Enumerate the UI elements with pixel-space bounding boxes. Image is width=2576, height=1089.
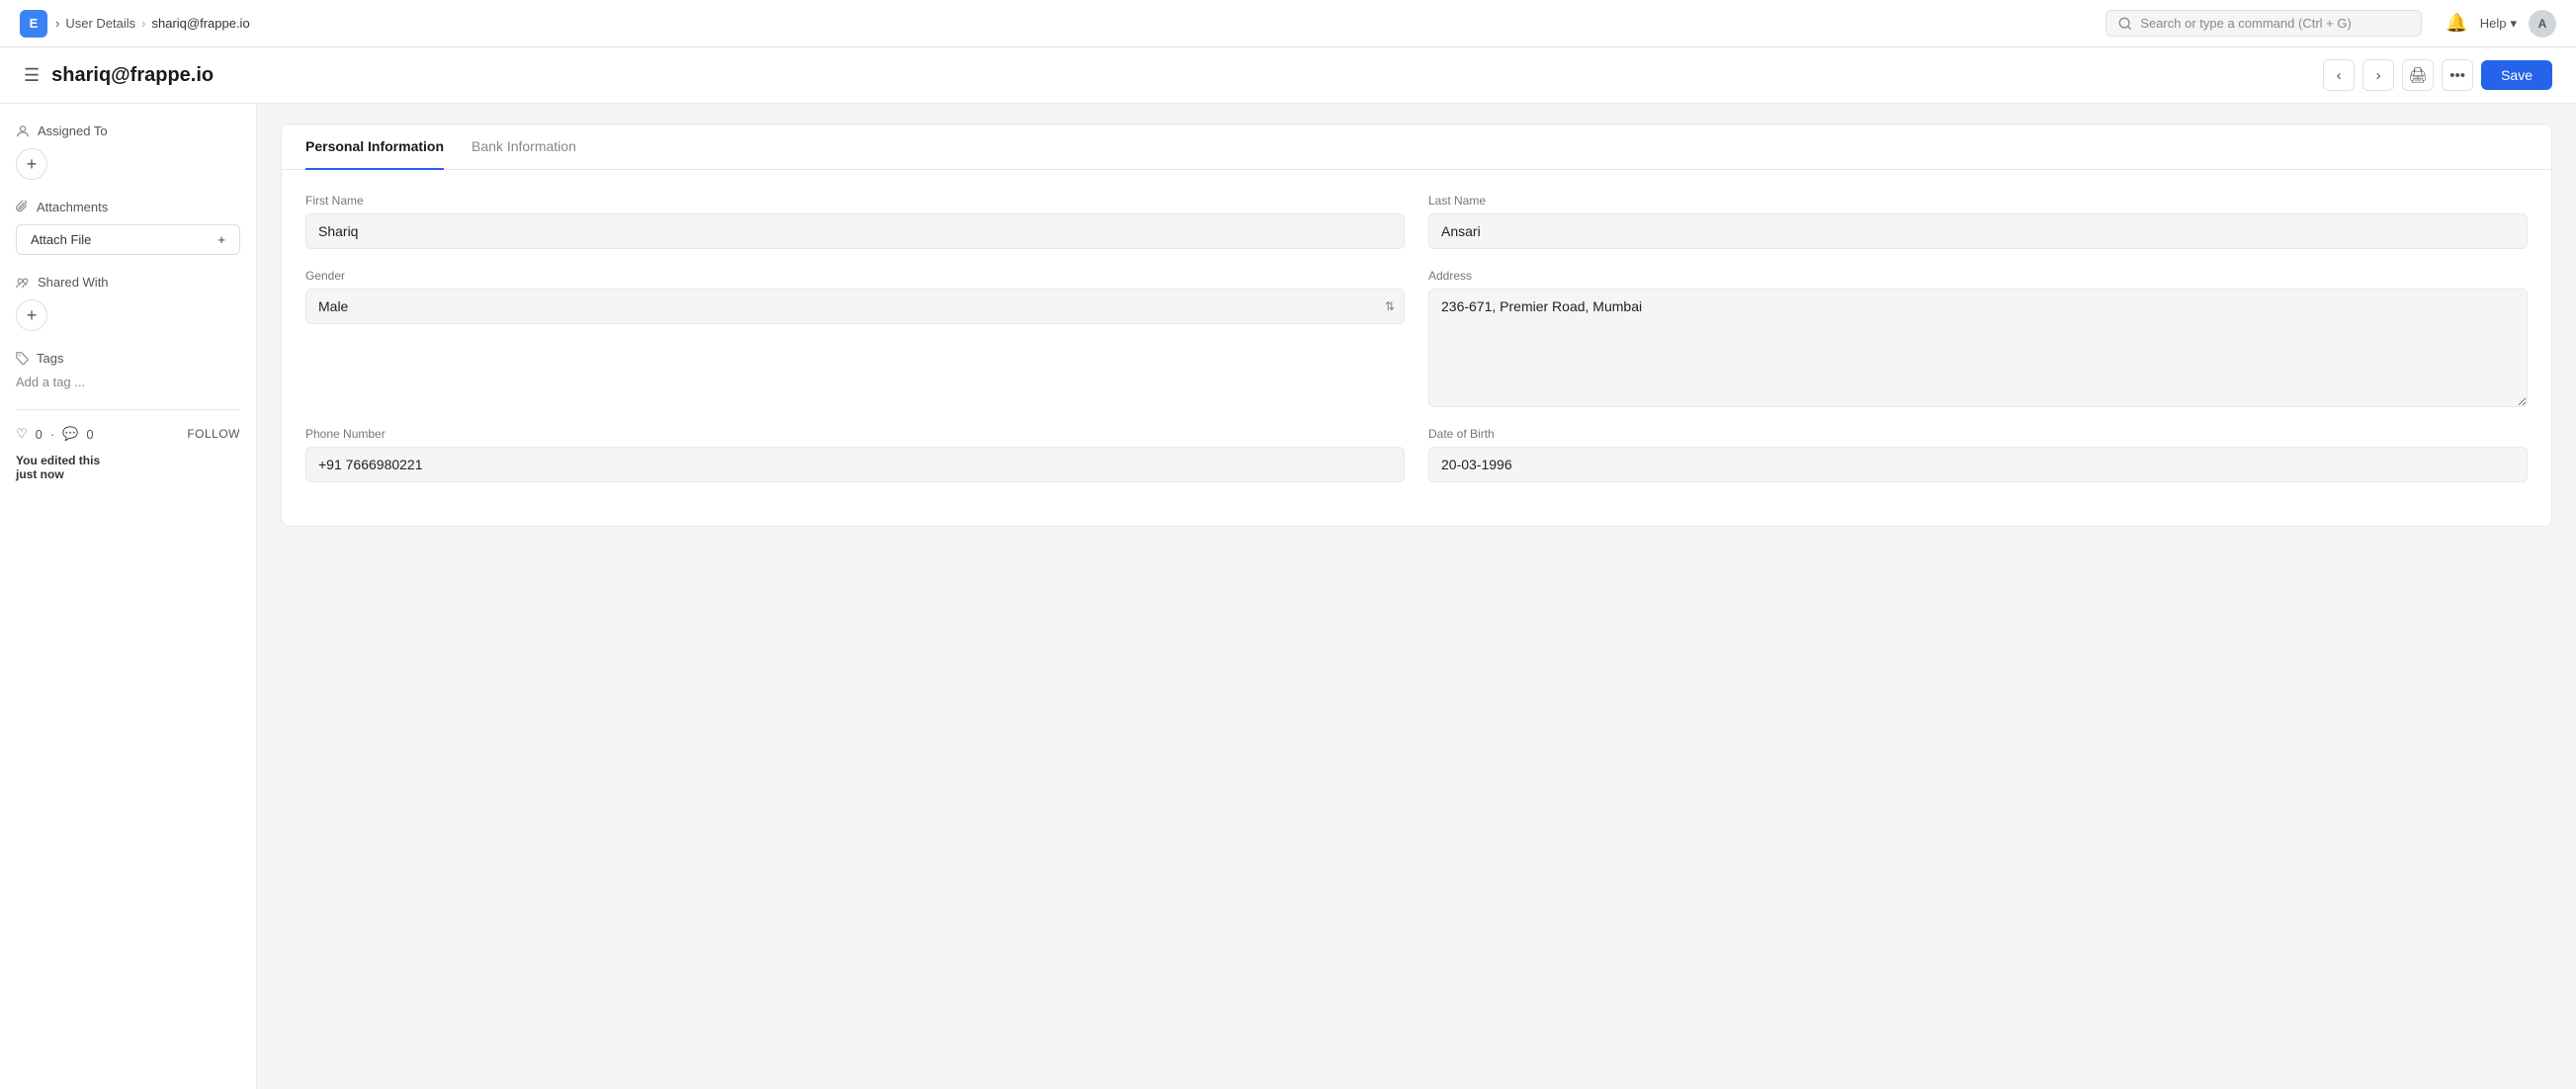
attach-file-plus-icon: + [217,232,225,247]
page-header: ☰ shariq@frappe.io ‹ › 🖨 ••• Save [0,47,2576,104]
gender-select-wrapper: Male Female Other ⇅ [305,289,1405,324]
dob-input[interactable] [1428,447,2528,482]
tab-bank-information[interactable]: Bank Information [472,125,576,170]
prev-button[interactable]: ‹ [2323,59,2355,91]
form-card: Personal Information Bank Information Fi… [281,124,2552,527]
follow-button[interactable]: FOLLOW [187,427,240,441]
sidebar: Assigned To + Attachments Attach File + [0,104,257,1089]
breadcrumb-sep-2: › [141,16,145,31]
breadcrumb-sep-1: › [55,16,59,31]
form-row-phone-dob: Phone Number Date of Birth [305,427,2528,482]
print-button[interactable]: 🖨 [2402,59,2434,91]
phone-label: Phone Number [305,427,1405,441]
dob-field: Date of Birth [1428,427,2528,482]
shared-with-section: Shared With + [16,275,240,331]
you-edited-text: You edited this just now [16,454,240,481]
page-header-right: ‹ › 🖨 ••• Save [2323,59,2552,91]
attachments-section: Attachments Attach File + [16,200,240,255]
add-assigned-to-button[interactable]: + [16,148,47,180]
last-name-label: Last Name [1428,194,2528,208]
comment-icon: 💬 [62,426,78,442]
tab-personal-information[interactable]: Personal Information [305,125,444,170]
dot-sep: · [50,427,54,442]
next-button[interactable]: › [2362,59,2394,91]
save-button[interactable]: Save [2481,60,2552,90]
shared-with-label: Shared With [16,275,240,290]
add-shared-with-button[interactable]: + [16,299,47,331]
shared-icon [16,276,30,290]
activity-row: ♡ 0 · 💬 0 FOLLOW [16,426,240,442]
address-field: Address 236-671, Premier Road, Mumbai [1428,269,2528,407]
help-label: Help [2480,16,2507,31]
phone-input[interactable] [305,447,1405,482]
last-name-input[interactable] [1428,213,2528,249]
heart-icon: ♡ [16,426,28,442]
person-icon [16,125,30,138]
help-chevron-icon: ▾ [2510,16,2517,32]
last-name-field: Last Name [1428,194,2528,249]
attach-file-button[interactable]: Attach File + [16,224,240,255]
breadcrumb-current: shariq@frappe.io [151,16,249,31]
gender-select[interactable]: Male Female Other [305,289,1405,324]
gender-label: Gender [305,269,1405,283]
search-icon [2118,17,2132,31]
comments-count: 0 [86,427,93,442]
shared-with-text: Shared With [38,275,109,290]
likes-count: 0 [36,427,43,442]
hamburger-icon[interactable]: ☰ [24,65,40,86]
attachments-text: Attachments [37,200,108,214]
assigned-to-label: Assigned To [16,124,240,138]
assigned-to-section: Assigned To + [16,124,240,180]
form-row-gender-address: Gender Male Female Other ⇅ [305,269,2528,407]
breadcrumb-parent[interactable]: User Details [65,16,135,31]
notifications-bell[interactable]: 🔔 [2446,13,2467,34]
attach-file-label: Attach File [31,232,91,247]
tag-icon [16,352,29,365]
topnav: E › User Details › shariq@frappe.io Sear… [0,0,2576,47]
app-logo: E [20,10,47,38]
tags-section: Tags Add a tag ... [16,351,240,389]
form-row-name: First Name Last Name [305,194,2528,249]
tabs: Personal Information Bank Information [282,125,2551,170]
app-body: ☰ shariq@frappe.io ‹ › 🖨 ••• Save Assign… [0,47,2576,1089]
address-label: Address [1428,269,2528,283]
attachments-label: Attachments [16,200,240,214]
just-now-text: just now [16,467,64,481]
paperclip-icon [16,201,29,213]
add-tag-link[interactable]: Add a tag ... [16,375,85,389]
user-avatar[interactable]: A [2529,10,2556,38]
search-placeholder: Search or type a command (Ctrl + G) [2140,16,2352,31]
sidebar-divider [16,409,240,410]
more-options-button[interactable]: ••• [2442,59,2473,91]
main-panel: Personal Information Bank Information Fi… [257,104,2576,1089]
topnav-actions: 🔔 Help ▾ A [2446,10,2556,38]
help-menu[interactable]: Help ▾ [2480,16,2517,32]
gender-field: Gender Male Female Other ⇅ [305,269,1405,407]
first-name-label: First Name [305,194,1405,208]
breadcrumb: › User Details › shariq@frappe.io [55,16,250,31]
page-header-left: ☰ shariq@frappe.io [24,64,214,87]
assigned-to-text: Assigned To [38,124,108,138]
first-name-field: First Name [305,194,1405,249]
you-text: You [16,454,38,467]
search-bar[interactable]: Search or type a command (Ctrl + G) [2105,10,2422,37]
form-body: First Name Last Name Gender [282,170,2551,526]
tags-label: Tags [16,351,240,366]
first-name-input[interactable] [305,213,1405,249]
dob-label: Date of Birth [1428,427,2528,441]
page-title: shariq@frappe.io [51,64,214,87]
tags-text: Tags [37,351,63,366]
address-input[interactable]: 236-671, Premier Road, Mumbai [1428,289,2528,407]
content-area: Assigned To + Attachments Attach File + [0,104,2576,1089]
phone-field: Phone Number [305,427,1405,482]
